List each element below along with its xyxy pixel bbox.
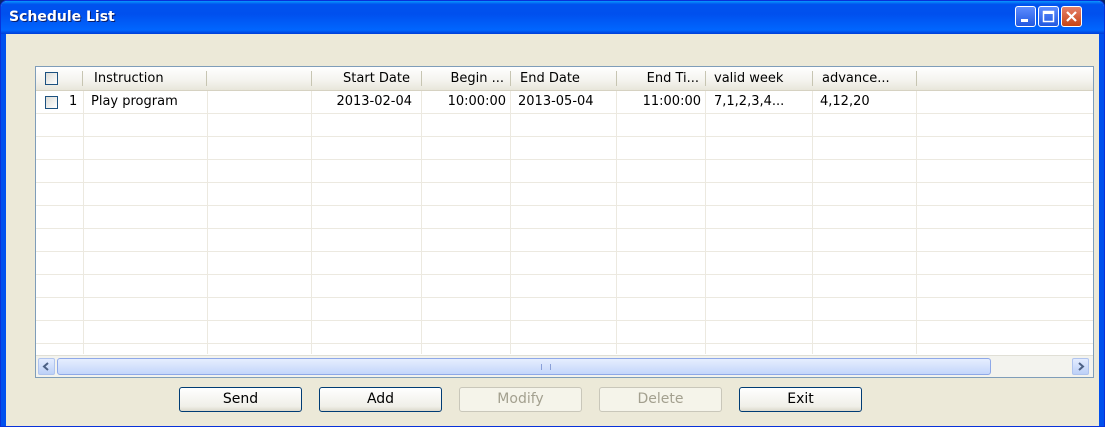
chevron-left-icon [42,362,49,371]
column-header-end-time[interactable]: End Ti... [617,67,705,90]
window-border-left [1,34,6,426]
maximize-icon [1042,10,1055,23]
list-header: Instruction Start Date Begin ... End Dat… [36,67,1093,91]
window-border-right [1099,34,1104,426]
add-button[interactable]: Add [319,387,442,412]
list-item [36,252,1093,275]
cell-valid-week: 7,1,2,3,4... [714,94,785,109]
row-index: 1 [69,94,78,109]
grid-line [812,91,813,354]
scroll-grip [541,364,551,370]
close-button[interactable] [1061,6,1082,27]
scroll-thumb[interactable] [57,358,991,375]
list-item [36,206,1093,229]
list-item [36,160,1093,183]
cell-start-date: 2013-02-04 [336,94,412,109]
table-row[interactable]: 1 Play program 2013-02-04 10:00:00 2013-… [36,91,1093,114]
close-icon [1066,11,1077,22]
minimize-icon [1021,19,1028,22]
column-header-begin-time[interactable]: Begin ... [422,67,510,90]
delete-button[interactable]: Delete [599,387,722,412]
column-header-valid-week[interactable]: valid week [708,67,808,90]
window-title: Schedule List [9,9,115,25]
header-separator [82,71,83,86]
grid-line [83,91,84,354]
maximize-button[interactable] [1038,6,1059,27]
title-bar[interactable]: Schedule List [1,1,1104,34]
grid-line [311,91,312,354]
send-button[interactable]: Send [179,387,302,412]
row-checkbox[interactable] [45,96,58,109]
list-item [36,321,1093,344]
list-item [36,298,1093,321]
chevron-right-icon [1078,362,1085,371]
minimize-button[interactable] [1015,6,1036,27]
column-header-instruction[interactable]: Instruction [88,67,206,90]
grid-line [421,91,422,354]
column-header-start-date[interactable]: Start Date [312,67,416,90]
cell-end-time: 11:00:00 [642,94,701,109]
select-all-checkbox[interactable] [45,72,58,85]
scroll-right-button[interactable] [1072,358,1089,375]
header-separator [705,71,706,86]
schedule-list-window: Schedule List Instruction Start Date Beg… [0,0,1105,427]
list-item [36,229,1093,252]
list-item [36,183,1093,206]
column-header-end-date[interactable]: End Date [514,67,614,90]
grid-line [510,91,511,354]
schedule-list-view[interactable]: Instruction Start Date Begin ... End Dat… [35,66,1094,378]
grid-line [916,91,917,354]
exit-button[interactable]: Exit [739,387,862,412]
column-header-advance[interactable]: advance... [816,67,916,90]
grid-line [705,91,706,354]
cell-begin-time: 10:00:00 [447,94,506,109]
grid-line [207,91,208,354]
modify-button[interactable]: Modify [459,387,582,412]
cell-end-date: 2013-05-04 [518,94,594,109]
grid-line [616,91,617,354]
header-separator [510,71,511,86]
cell-instruction: Play program [91,94,178,109]
list-item [36,137,1093,160]
header-separator [916,71,917,86]
header-separator [206,71,207,86]
list-item [36,275,1093,298]
header-separator [812,71,813,86]
list-item [36,114,1093,137]
horizontal-scrollbar[interactable] [36,355,1093,377]
scroll-left-button[interactable] [38,358,55,375]
cell-advance: 4,12,20 [820,94,870,109]
